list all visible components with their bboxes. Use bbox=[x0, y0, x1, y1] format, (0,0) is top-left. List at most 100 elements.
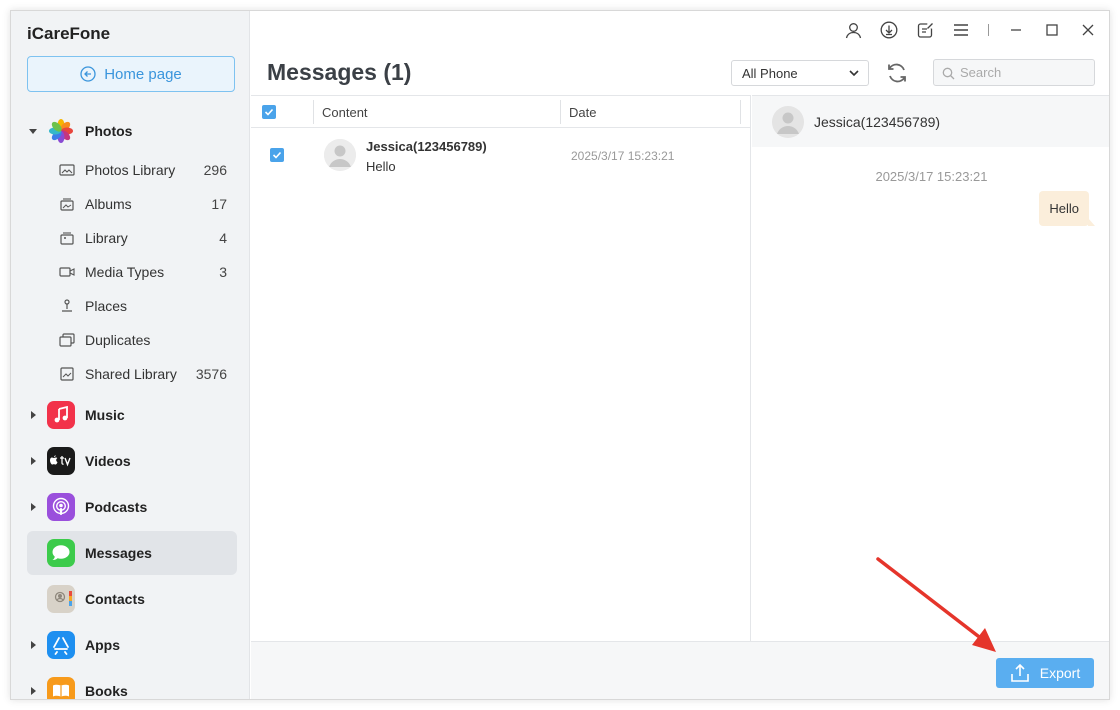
home-page-button[interactable]: Home page bbox=[27, 56, 235, 92]
sidebar-item-label: Podcasts bbox=[85, 499, 148, 515]
sidebar-subitem-count: 3576 bbox=[195, 366, 227, 382]
sidebar-subitem-label: Duplicates bbox=[85, 332, 151, 348]
avatar bbox=[324, 139, 356, 171]
sidebar-item-messages[interactable]: Messages bbox=[27, 531, 237, 575]
sidebar-subitem-duplicates[interactable]: Duplicates bbox=[57, 325, 233, 355]
minimize-icon[interactable] bbox=[1007, 21, 1025, 39]
sidebar-subitem-label: Photos Library bbox=[85, 162, 176, 178]
sidebar-item-videos[interactable]: Videos bbox=[27, 439, 237, 483]
sidebar-item-label: Messages bbox=[85, 545, 152, 561]
sidebar-item-label: Apps bbox=[85, 637, 120, 653]
column-divider bbox=[313, 100, 314, 124]
sidebar-item-label: Photos bbox=[85, 123, 133, 139]
main-panel: Messages (1) All Phone Content Date bbox=[251, 11, 1109, 699]
list-header: Content Date bbox=[251, 96, 751, 128]
close-icon[interactable] bbox=[1079, 21, 1097, 39]
tv-icon bbox=[47, 447, 75, 475]
caret-right-icon[interactable] bbox=[31, 687, 36, 695]
sidebar-item-music[interactable]: Music bbox=[27, 393, 237, 437]
export-label: Export bbox=[1039, 665, 1081, 681]
feedback-icon[interactable] bbox=[916, 21, 934, 39]
row-contact-name: Jessica(123456789) bbox=[366, 139, 487, 154]
device-filter-value: All Phone bbox=[742, 65, 798, 81]
albums-icon bbox=[60, 198, 74, 211]
conversation-header: Jessica(123456789) bbox=[752, 95, 1109, 147]
device-filter-select[interactable]: All Phone bbox=[731, 60, 869, 86]
avatar bbox=[772, 106, 804, 138]
account-icon[interactable] bbox=[844, 21, 862, 39]
row-checkbox[interactable] bbox=[270, 148, 284, 162]
sidebar-item-apps[interactable]: Apps bbox=[27, 623, 237, 667]
select-all-checkbox[interactable] bbox=[262, 105, 276, 119]
sidebar-item-books[interactable]: Books bbox=[27, 669, 237, 699]
sidebar-subitem-label: Media Types bbox=[85, 264, 165, 280]
photo-library-icon bbox=[59, 164, 75, 176]
podcasts-icon bbox=[47, 493, 75, 521]
back-circle-icon bbox=[80, 66, 96, 82]
caret-right-icon[interactable] bbox=[31, 457, 36, 465]
sidebar-item-photos[interactable]: Photos bbox=[27, 109, 237, 153]
caret-right-icon[interactable] bbox=[31, 641, 36, 649]
media-types-icon bbox=[59, 267, 75, 277]
column-header-date[interactable]: Date bbox=[569, 105, 596, 120]
sidebar-subitem-count: 296 bbox=[203, 162, 227, 178]
toolbar-separator bbox=[988, 24, 989, 36]
contacts-icon bbox=[47, 585, 75, 613]
column-divider bbox=[740, 100, 741, 124]
conversation-panel: Jessica(123456789) 2025/3/17 15:23:21 He… bbox=[752, 95, 1109, 641]
row-message-preview: Hello bbox=[366, 159, 396, 174]
sidebar-subitem-library[interactable]: Library 4 bbox=[57, 223, 233, 253]
home-page-label: Home page bbox=[104, 65, 182, 83]
row-date: 2025/3/17 15:23:21 bbox=[571, 149, 675, 163]
refresh-icon bbox=[888, 63, 906, 83]
sidebar-item-label: Music bbox=[85, 407, 125, 423]
caret-down-icon[interactable] bbox=[29, 128, 37, 134]
caret-right-icon[interactable] bbox=[31, 411, 36, 419]
sidebar-item-podcasts[interactable]: Podcasts bbox=[27, 485, 237, 529]
maximize-icon[interactable] bbox=[1043, 21, 1061, 39]
refresh-button[interactable] bbox=[885, 61, 909, 85]
sidebar-subitem-count: 3 bbox=[219, 264, 227, 280]
sidebar-subitem-count: 4 bbox=[219, 230, 227, 246]
app-title: iCareFone bbox=[27, 24, 111, 43]
chevron-down-icon bbox=[849, 70, 859, 77]
message-bubble: Hello bbox=[1039, 191, 1095, 226]
sidebar-subitem-media-types[interactable]: Media Types 3 bbox=[57, 257, 233, 287]
footer-bar: Export bbox=[251, 641, 1109, 699]
export-icon bbox=[1010, 663, 1029, 682]
messages-icon bbox=[47, 539, 75, 567]
export-button[interactable]: Export bbox=[996, 658, 1094, 688]
message-list: Content Date Jessica(123456789) Hello 20… bbox=[251, 95, 751, 641]
sidebar-subitem-label: Shared Library bbox=[85, 366, 177, 382]
message-timestamp: 2025/3/17 15:23:21 bbox=[875, 169, 988, 184]
sidebar-subitem-shared-library[interactable]: Shared Library 3576 bbox=[57, 359, 233, 389]
caret-right-icon[interactable] bbox=[31, 503, 36, 511]
sidebar-subitem-photos-library[interactable]: Photos Library 296 bbox=[57, 155, 233, 185]
sidebar-item-label: Contacts bbox=[85, 591, 145, 607]
table-row[interactable]: Jessica(123456789) Hello 2025/3/17 15:23… bbox=[251, 129, 751, 185]
sidebar-item-label: Books bbox=[85, 683, 128, 699]
library-icon bbox=[60, 232, 74, 245]
sidebar-subitem-label: Library bbox=[85, 230, 128, 246]
sidebar-subitem-places[interactable]: Places bbox=[57, 291, 233, 321]
duplicates-icon bbox=[59, 333, 75, 347]
checkmark-icon bbox=[272, 151, 282, 159]
sidebar-subitem-label: Places bbox=[85, 298, 128, 314]
app-window: iCareFone Home page Photos Photos Librar… bbox=[10, 10, 1110, 700]
search-input[interactable] bbox=[960, 65, 1080, 80]
column-header-content[interactable]: Content bbox=[322, 105, 368, 120]
sidebar: iCareFone Home page Photos Photos Librar… bbox=[11, 11, 250, 699]
search-icon bbox=[942, 67, 955, 80]
download-icon[interactable] bbox=[880, 21, 898, 39]
menu-icon[interactable] bbox=[952, 21, 970, 39]
page-title: Messages (1) bbox=[267, 59, 412, 85]
conversation-contact-name: Jessica(123456789) bbox=[814, 114, 941, 130]
sidebar-subitem-albums[interactable]: Albums 17 bbox=[57, 189, 233, 219]
photos-icon bbox=[47, 117, 75, 145]
sidebar-item-label: Videos bbox=[85, 453, 131, 469]
sidebar-item-contacts[interactable]: Contacts bbox=[27, 577, 237, 621]
music-icon bbox=[47, 401, 75, 429]
sidebar-subitem-count: 17 bbox=[211, 196, 227, 212]
app-store-icon bbox=[47, 631, 75, 659]
search-field[interactable] bbox=[933, 59, 1095, 86]
